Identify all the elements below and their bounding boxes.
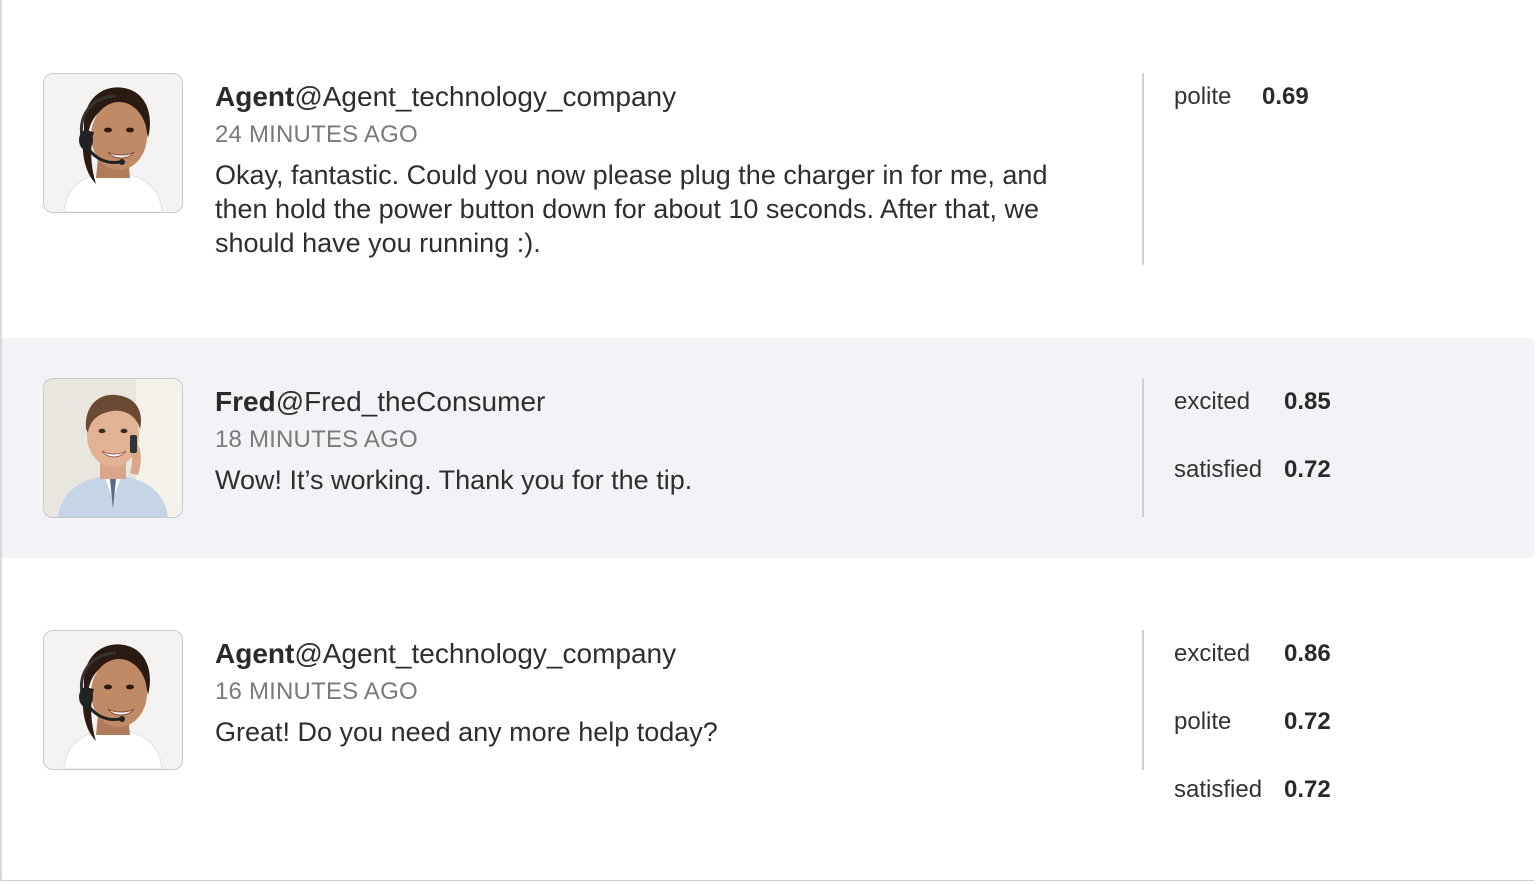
tone-label: satisfied: [1174, 776, 1263, 803]
tone-score: 0.72: [1284, 456, 1331, 483]
agent-avatar-icon: [44, 631, 182, 769]
author-name: Agent: [215, 638, 295, 669]
tone-item: polite 0.72: [1174, 707, 1474, 775]
message-content: Agent@Agent_technology_company 16 MINUTE…: [215, 637, 1115, 749]
tone-item: polite 0.69: [1174, 82, 1474, 150]
tone-list: polite 0.69: [1174, 82, 1474, 150]
author-name: Fred: [215, 386, 276, 417]
author-name: Agent: [215, 81, 295, 112]
consumer-avatar: [43, 378, 183, 518]
author-line: Agent@Agent_technology_company: [215, 637, 1115, 671]
message-timestamp: 16 MINUTES AGO: [215, 678, 418, 705]
tone-list: excited 0.86 polite 0.72 satisfied 0.72: [1174, 639, 1474, 843]
author-line: Agent@Agent_technology_company: [215, 80, 1115, 114]
tone-item: excited 0.85: [1174, 387, 1474, 455]
author-line: Fred@Fred_theConsumer: [215, 385, 1115, 419]
agent-avatar: [43, 73, 183, 213]
tone-list: excited 0.85 satisfied 0.72: [1174, 387, 1474, 523]
message-content: Agent@Agent_technology_company 24 MINUTE…: [215, 80, 1115, 260]
message-timestamp: 24 MINUTES AGO: [215, 121, 418, 148]
tone-label: excited: [1174, 388, 1251, 415]
message-content: Fred@Fred_theConsumer 18 MINUTES AGO Wow…: [215, 385, 1115, 497]
tone-label: polite: [1174, 83, 1232, 110]
message-text: Great! Do you need any more help today?: [215, 717, 718, 747]
message-timestamp: 18 MINUTES AGO: [215, 426, 418, 453]
author-handle[interactable]: @Agent_technology_company: [294, 638, 676, 669]
tone-item: satisfied 0.72: [1174, 775, 1474, 843]
tone-score: 0.69: [1262, 83, 1309, 110]
message-text: Okay, fantastic. Could you now please pl…: [215, 160, 1048, 258]
tone-divider: [1142, 630, 1144, 770]
message-text: Wow! It’s working. Thank you for the tip…: [215, 465, 693, 495]
tone-score: 0.85: [1284, 388, 1331, 415]
consumer-avatar-icon: [44, 379, 182, 517]
message-row-highlighted: Fred@Fred_theConsumer 18 MINUTES AGO Wow…: [2, 338, 1534, 558]
tone-score: 0.72: [1284, 776, 1331, 803]
message-row: Agent@Agent_technology_company 16 MINUTE…: [2, 558, 1534, 880]
tone-score: 0.72: [1284, 708, 1331, 735]
tone-score: 0.86: [1284, 640, 1331, 667]
message-row: Agent@Agent_technology_company 24 MINUTE…: [2, 0, 1534, 338]
tone-item: satisfied 0.72: [1174, 455, 1474, 523]
tone-label: polite: [1174, 708, 1232, 735]
tone-divider: [1142, 73, 1144, 265]
agent-avatar-icon: [44, 74, 182, 212]
tone-label: excited: [1174, 640, 1251, 667]
tone-item: excited 0.86: [1174, 639, 1474, 707]
agent-avatar: [43, 630, 183, 770]
author-handle[interactable]: @Agent_technology_company: [294, 81, 676, 112]
tone-label: satisfied: [1174, 456, 1263, 483]
author-handle[interactable]: @Fred_theConsumer: [276, 386, 546, 417]
tone-divider: [1142, 378, 1144, 517]
